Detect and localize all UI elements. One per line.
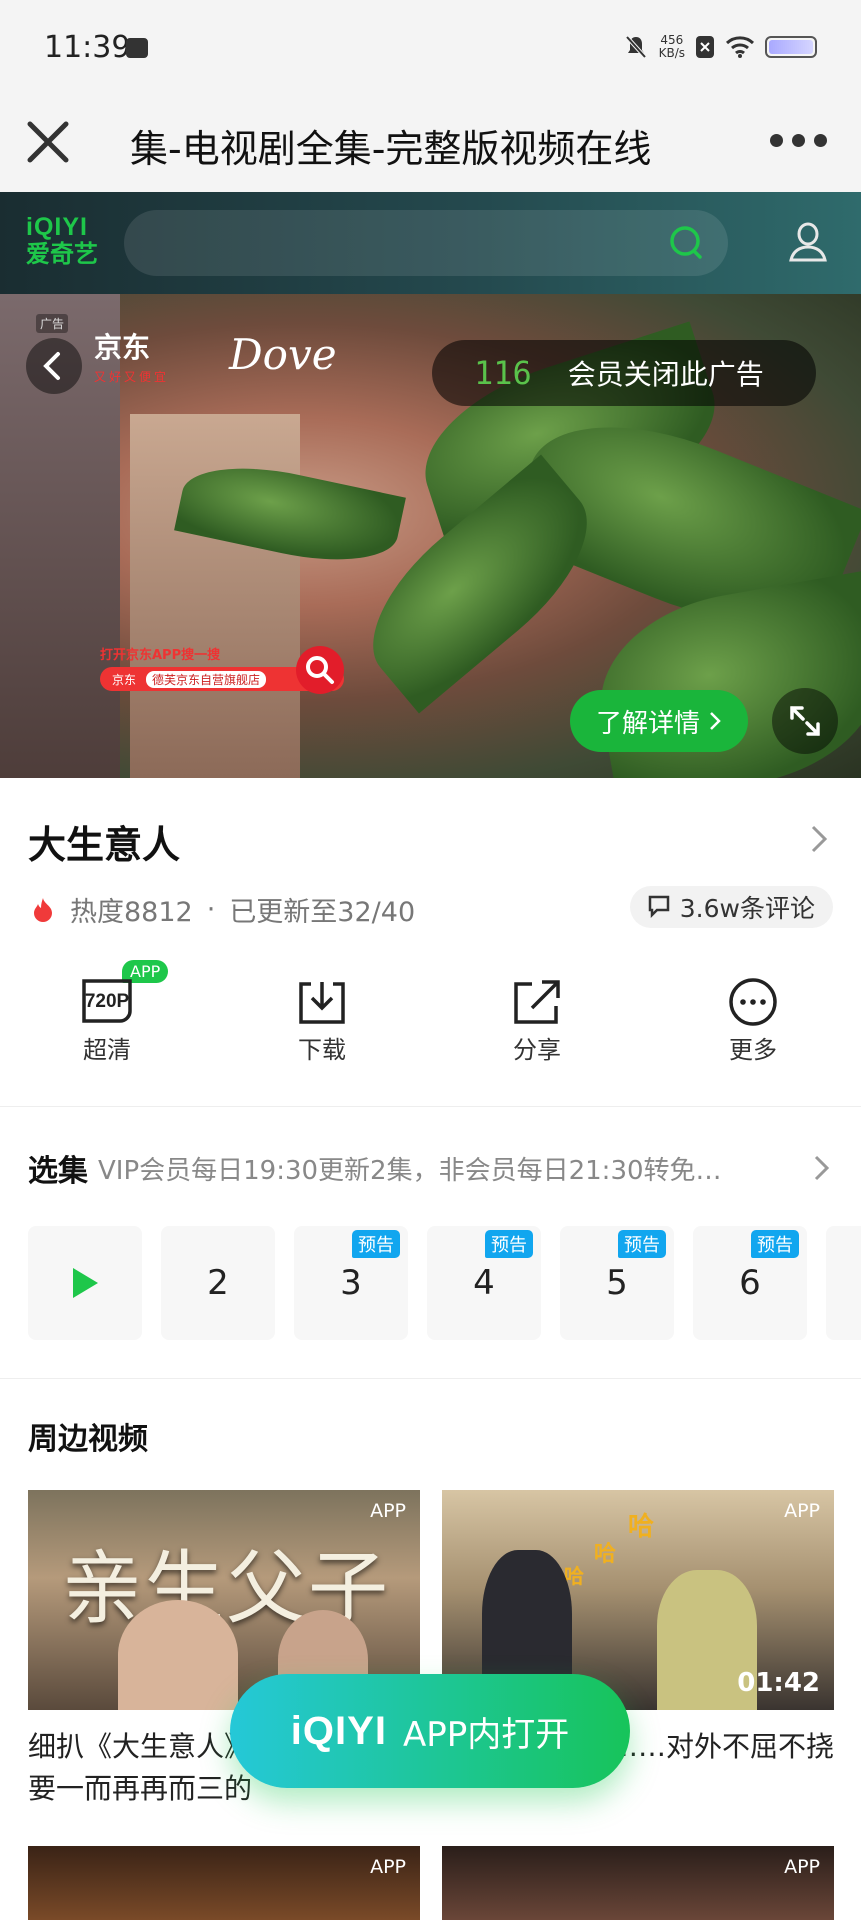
ad-detail-button[interactable]: 了解详情 — [570, 690, 748, 752]
app-badge: APP — [370, 1856, 406, 1878]
net-speed: 456 KB/s — [658, 33, 685, 60]
ad-brand: 京东 又好又便宜 Dove — [94, 330, 337, 384]
open-in-app-button[interactable]: iQIYI APP内打开 — [230, 1674, 630, 1788]
battery-icon — [765, 36, 817, 58]
episodes-subtitle: VIP会员每日19:30更新2集，非会员每日21:30转免… — [98, 1155, 722, 1186]
video-thumbnail: APP — [442, 1846, 834, 1920]
divider — [0, 1106, 861, 1107]
update-status: 已更新至32/40 — [229, 897, 416, 928]
svg-text:720P: 720P — [85, 991, 130, 1012]
chevron-right-icon[interactable] — [811, 1152, 833, 1184]
download-icon — [299, 982, 345, 1024]
video-thumbnail: APP — [28, 1846, 420, 1920]
site-header: iQIYI 爱奇艺 — [0, 192, 861, 294]
status-bar: 11:39 456 KB/s — [0, 0, 861, 100]
status-time: 11:39 — [44, 30, 131, 65]
status-icons: 456 KB/s — [623, 34, 817, 60]
chevron-right-icon — [710, 712, 721, 730]
ad-tag: 广告 — [36, 314, 69, 333]
episode-item-2[interactable]: 2 — [161, 1226, 275, 1340]
mute-icon — [625, 35, 647, 59]
sim-off-icon — [696, 36, 714, 58]
browser-nav-bar: 集-电视剧全集-完整版视频在线 — [0, 100, 861, 192]
app-badge: APP — [784, 1500, 820, 1522]
ad-close-label: 会员关闭此广告 — [567, 358, 764, 391]
page-title: 集-电视剧全集-完整版视频在线 — [130, 127, 652, 168]
video-duration: 01:42 — [737, 1668, 820, 1698]
show-meta: 热度8812 · 已更新至32/40 — [32, 890, 415, 929]
preview-tag: 预告 — [751, 1230, 799, 1258]
back-icon[interactable] — [26, 338, 82, 394]
quality-button[interactable]: 720P 超清 — [57, 978, 157, 1065]
chevron-right-icon[interactable] — [807, 822, 831, 856]
episode-item-1[interactable] — [28, 1226, 142, 1340]
divider — [0, 1378, 861, 1379]
iqiyi-logo[interactable]: iQIYI 爱奇艺 — [26, 214, 98, 269]
dove-logo: Dove — [229, 330, 337, 379]
search-icon[interactable] — [668, 224, 706, 262]
message-icon — [126, 38, 148, 58]
hd-icon: 720P — [82, 979, 132, 1023]
episode-item-3[interactable]: 预告 3 — [294, 1226, 408, 1340]
episode-item-6[interactable]: 预告 6 — [693, 1226, 807, 1340]
wifi-icon — [725, 36, 755, 58]
show-title[interactable]: 大生意人 — [28, 814, 180, 869]
preview-tag: 预告 — [352, 1230, 400, 1258]
share-icon — [514, 980, 560, 1024]
more-icon — [729, 978, 777, 1026]
app-badge: APP — [784, 1856, 820, 1878]
ad-close-button[interactable]: 116 会员关闭此广告 — [432, 340, 816, 406]
episodes-header[interactable]: 选集 VIP会员每日19:30更新2集，非会员每日21:30转免… — [28, 1146, 833, 1190]
app-badge: APP — [370, 1500, 406, 1522]
close-icon[interactable] — [20, 114, 76, 170]
flame-icon — [34, 897, 52, 922]
ad-countdown: 116 — [474, 354, 532, 392]
jd-search-icon[interactable] — [296, 646, 344, 694]
play-icon — [73, 1268, 98, 1298]
preview-tag: 预告 — [618, 1230, 666, 1258]
download-button[interactable]: 下载 — [272, 978, 372, 1065]
more-button[interactable]: 更多 — [703, 978, 803, 1065]
iqiyi-logo: iQIYI — [290, 1708, 387, 1753]
fullscreen-icon[interactable] — [772, 688, 838, 754]
episodes-title: 选集 — [28, 1154, 88, 1189]
more-menu-icon[interactable] — [770, 134, 827, 147]
user-icon[interactable] — [783, 216, 833, 266]
related-title: 周边视频 — [28, 1422, 148, 1457]
episode-item-7[interactable] — [826, 1226, 861, 1340]
video-ad[interactable]: 广告 京东 又好又便宜 Dove 116 会员关闭此广告 打开京东APP搜一搜 … — [0, 294, 861, 778]
action-bar: 720P 超清 下载 分享 更多 — [0, 970, 861, 1070]
share-button[interactable]: 分享 — [487, 978, 587, 1065]
comments-button[interactable]: 3.6w条评论 — [629, 886, 833, 928]
episode-item-4[interactable]: 预告 4 — [427, 1226, 541, 1340]
search-input[interactable] — [124, 210, 728, 276]
episode-list: 2 预告 3 预告 4 预告 5 预告 6 — [28, 1226, 861, 1340]
comment-icon — [648, 895, 670, 919]
preview-tag: 预告 — [485, 1230, 533, 1258]
episode-item-5[interactable]: 预告 5 — [560, 1226, 674, 1340]
heat-count: 热度8812 — [70, 897, 193, 928]
